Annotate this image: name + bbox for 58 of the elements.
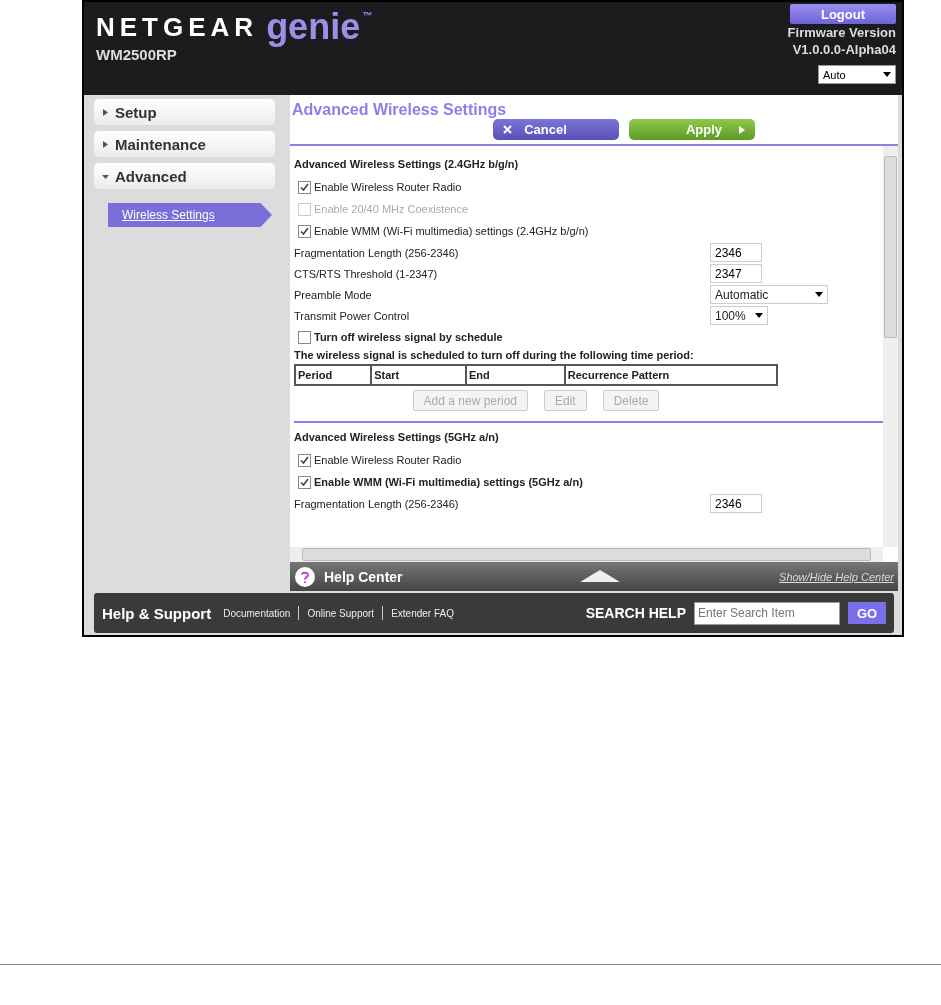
trademark: ™ [362, 10, 373, 21]
help-support-title: Help & Support [102, 604, 212, 622]
model-name: WM2500RP [96, 46, 178, 63]
checkbox-label: Enable Wireless Router Radio [314, 181, 462, 193]
vertical-scrollbar[interactable] [883, 146, 898, 547]
checkbox[interactable] [298, 180, 311, 194]
field-label: CTS/RTS Threshold (1-2347) [294, 267, 439, 280]
go-button[interactable]: GO [848, 602, 886, 624]
caret-down-icon [102, 172, 109, 180]
field-label: Fragmentation Length (256-2346) [294, 246, 460, 259]
caret-icon [883, 72, 891, 77]
sidebar-item[interactable]: Advanced [94, 163, 275, 189]
input-field[interactable]: 2346 [710, 494, 762, 513]
field-label: Transmit Power Control [294, 309, 411, 322]
logout-button[interactable]: Logout [790, 4, 896, 24]
sidebar-item[interactable]: Setup [94, 99, 275, 125]
language-dropdown[interactable]: Auto [818, 65, 896, 84]
search-field[interactable]: Enter Search Item [694, 601, 840, 625]
horizontal-scrollbar[interactable] [290, 547, 883, 562]
expand-arrow-icon[interactable] [580, 570, 620, 582]
footer-link[interactable]: Documentation [223, 607, 291, 619]
help-center-title: Help Center [324, 568, 403, 585]
help-icon [294, 565, 316, 588]
checkbox-label: Turn off wireless signal by schedule [314, 331, 503, 343]
page-title: Advanced Wireless Settings [291, 100, 508, 119]
checkbox-label: Enable WMM (Wi-Fi multimedia) settings (5GHz a/n) [314, 476, 583, 488]
dropdown[interactable]: 100% [710, 306, 768, 325]
close-icon [503, 125, 512, 134]
caret-right-icon [102, 108, 109, 116]
checkbox[interactable] [298, 475, 311, 489]
checkbox[interactable] [298, 330, 311, 344]
checkbox[interactable] [298, 224, 311, 238]
checkbox-label: Enable Wireless Router Radio [314, 454, 462, 466]
checkbox[interactable] [298, 453, 311, 467]
search-help-label: SEARCH HELP [585, 605, 686, 621]
sidebar-subitem[interactable]: Wireless Settings [108, 203, 272, 227]
checkbox-label: Enable WMM (Wi-Fi multimedia) settings (2.4GHz b/g/n) [314, 225, 589, 237]
footer-link[interactable]: Extender FAQ [391, 607, 454, 619]
footer-link[interactable]: Online Support [307, 607, 375, 619]
field-label: Fragmentation Length (256-2346) [294, 497, 460, 510]
cancel-button[interactable]: Cancel [493, 119, 619, 140]
show-hide-help-link[interactable]: Show/Hide Help Center [779, 570, 894, 583]
arrow-right-icon [739, 125, 745, 134]
caret-right-icon [102, 140, 109, 148]
section-heading: Advanced Wireless Settings (5GHz a/n) [294, 431, 500, 443]
firmware-label: Firmware Version [787, 24, 896, 41]
checkbox-label: Enable 20/40 MHz Coexistence [314, 203, 469, 215]
input-field[interactable]: 2347 [710, 264, 762, 283]
section-heading: Advanced Wireless Settings (2.4GHz b/g/n) [294, 158, 520, 170]
schedule-description: The wireless signal is scheduled to turn off during the following time period: [294, 349, 695, 361]
brand-logo: NETGEAR [96, 11, 259, 44]
caret-icon [755, 313, 763, 318]
firmware-version: V1.0.0.0-Alpha04 [792, 41, 896, 58]
sidebar-item[interactable]: Maintenance [94, 131, 275, 157]
input-field[interactable]: 2346 [710, 243, 762, 262]
dropdown[interactable]: Automatic [710, 285, 828, 304]
caret-icon [815, 292, 823, 297]
field-label: Preamble Mode [294, 288, 373, 301]
